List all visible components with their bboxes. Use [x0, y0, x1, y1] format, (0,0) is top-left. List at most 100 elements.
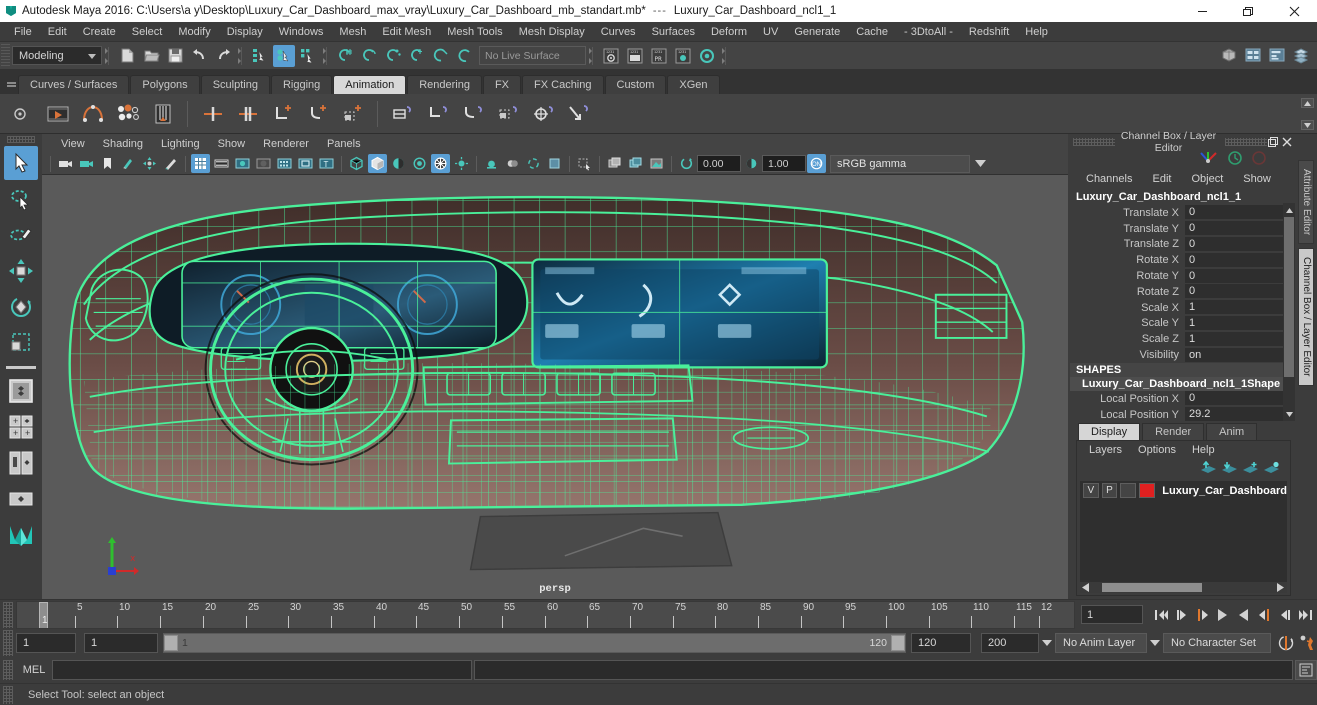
- toolbar-separator[interactable]: [105, 46, 109, 65]
- select-by-object-icon[interactable]: [273, 44, 295, 67]
- show-hide-tool-settings-icon[interactable]: [1266, 44, 1288, 66]
- channel-row-local-position-y[interactable]: Local Position Y 29.2: [1070, 407, 1295, 421]
- maximize-restore-button[interactable]: [1225, 0, 1271, 22]
- persp-graph-layout[interactable]: [4, 446, 38, 480]
- panel-menu-panels[interactable]: Panels: [318, 138, 370, 150]
- step-forward-key-icon[interactable]: [1254, 604, 1275, 626]
- all-lights-icon[interactable]: [503, 154, 522, 173]
- channel-row-translate-x[interactable]: Translate X 0: [1070, 205, 1295, 221]
- shelf-tab-curves-surfaces[interactable]: Curves / Surfaces: [18, 75, 130, 94]
- gamma-field[interactable]: 1.00: [762, 155, 806, 172]
- isolate-select-icon[interactable]: [575, 154, 594, 173]
- shelf-tab-rendering[interactable]: Rendering: [407, 75, 482, 94]
- render-settings-icon[interactable]: 1231: [672, 45, 694, 67]
- side-tab-channel-box-layer-editor[interactable]: Channel Box / Layer Editor: [1298, 248, 1314, 386]
- lock-camera-icon[interactable]: [77, 154, 96, 173]
- menu-mesh[interactable]: Mesh: [331, 22, 374, 42]
- script-editor-icon[interactable]: [1295, 660, 1317, 680]
- persp-outliner-layout[interactable]: + + +: [4, 410, 38, 444]
- display-textures-icon[interactable]: [605, 154, 624, 173]
- command-output-field[interactable]: [474, 660, 1293, 680]
- menu-modify[interactable]: Modify: [170, 22, 218, 42]
- connect-joint-icon[interactable]: [526, 97, 559, 130]
- side-tab-attribute-editor[interactable]: Attribute Editor: [1298, 160, 1314, 245]
- constraint-point-icon[interactable]: [301, 97, 334, 130]
- layer-state-toggle[interactable]: [1120, 483, 1136, 498]
- channel-row-local-position-x[interactable]: Local Position X 0: [1070, 391, 1295, 407]
- toolbar-separator[interactable]: [589, 46, 593, 65]
- channel-value[interactable]: 0: [1185, 236, 1295, 252]
- panel-menu-view[interactable]: View: [52, 138, 94, 150]
- channel-row-scale-x[interactable]: Scale X 1: [1070, 300, 1295, 316]
- layer-playback-toggle[interactable]: P: [1101, 483, 1118, 498]
- panel-menu-lighting[interactable]: Lighting: [152, 138, 209, 150]
- step-back-frame-icon[interactable]: [1170, 604, 1191, 626]
- layer-visibility-toggle[interactable]: V: [1083, 483, 1099, 498]
- channel-row-translate-z[interactable]: Translate Z 0: [1070, 236, 1295, 253]
- default-light-icon[interactable]: [482, 154, 501, 173]
- move-layer-down-icon[interactable]: [1221, 461, 1238, 478]
- command-input-field[interactable]: [52, 660, 472, 680]
- menu-file[interactable]: File: [6, 22, 40, 42]
- layer-row-luxury-car-dashboard[interactable]: V P Luxury_Car_Dashboard: [1080, 481, 1287, 498]
- shelf-tab-fx-caching[interactable]: FX Caching: [522, 75, 604, 94]
- render-view-icon[interactable]: 1231: [600, 45, 622, 67]
- panel-drag-handle-right[interactable]: [1225, 137, 1267, 146]
- new-scene-icon[interactable]: [116, 45, 138, 67]
- snap-to-live-icon[interactable]: [454, 45, 476, 67]
- shelf-tab-polygons[interactable]: Polygons: [130, 75, 200, 94]
- menu-uv[interactable]: UV: [755, 22, 786, 42]
- menu-edit[interactable]: Edit: [40, 22, 75, 42]
- layer-menu-layers[interactable]: Layers: [1081, 444, 1130, 456]
- paint-select-tool[interactable]: [4, 218, 38, 252]
- save-scene-icon[interactable]: [164, 45, 186, 67]
- close-button[interactable]: [1271, 0, 1317, 22]
- scroll-down-icon[interactable]: [1283, 407, 1295, 421]
- shelf-scroll-buttons[interactable]: [1301, 98, 1314, 130]
- shelf-scroll-down-icon[interactable]: [1301, 120, 1314, 130]
- panel-menu-renderer[interactable]: Renderer: [254, 138, 318, 150]
- wireframe-on-shaded-icon[interactable]: [431, 154, 450, 173]
- command-line-grip[interactable]: [3, 660, 13, 680]
- step-forward-frame-icon[interactable]: [1275, 604, 1296, 626]
- channel-box-menu-edit[interactable]: Edit: [1142, 173, 1181, 185]
- new-layer-icon[interactable]: [1242, 461, 1259, 478]
- film-gate-icon[interactable]: [212, 154, 231, 173]
- color-settings-icon[interactable]: [696, 45, 718, 67]
- scrollbar-thumb[interactable]: [1102, 583, 1202, 592]
- open-scene-icon[interactable]: [140, 45, 162, 67]
- show-hide-attribute-editor-icon[interactable]: [1242, 44, 1264, 66]
- show-hide-channel-box-icon[interactable]: [1290, 44, 1312, 66]
- channel-value[interactable]: 1: [1185, 331, 1295, 347]
- channel-row-rotate-y[interactable]: Rotate Y 0: [1070, 268, 1295, 284]
- channel-row-scale-y[interactable]: Scale Y 1: [1070, 315, 1295, 332]
- channel-box-scrollbar[interactable]: [1283, 203, 1295, 421]
- channel-value[interactable]: 0: [1185, 252, 1295, 268]
- playback-start-time-field[interactable]: 1: [84, 633, 158, 653]
- menu-create[interactable]: Create: [75, 22, 124, 42]
- animation-end-time-field[interactable]: 200: [981, 633, 1039, 653]
- menu-generate[interactable]: Generate: [786, 22, 848, 42]
- menu-3dtoall[interactable]: - 3DtoAll -: [896, 22, 961, 42]
- snap-to-projected-center-icon[interactable]: [406, 45, 428, 67]
- status-line-grip[interactable]: [1, 43, 10, 68]
- four-view-layout[interactable]: [4, 374, 38, 408]
- ipr-render-icon[interactable]: 1231 PR: [648, 45, 670, 67]
- shadows-icon[interactable]: [524, 154, 543, 173]
- current-frame-field[interactable]: 1: [1081, 605, 1143, 624]
- layer-menu-options[interactable]: Options: [1130, 444, 1184, 456]
- toolbox-grip[interactable]: [7, 136, 35, 143]
- go-to-end-icon[interactable]: [1296, 604, 1317, 626]
- channel-value[interactable]: 29.2: [1185, 407, 1295, 421]
- shelf-tab-animation[interactable]: Animation: [333, 75, 407, 94]
- layer-tab-render[interactable]: Render: [1142, 423, 1205, 440]
- menu-deform[interactable]: Deform: [703, 22, 755, 42]
- toolbar-separator[interactable]: [238, 46, 242, 65]
- render-sequence-icon[interactable]: 1231: [624, 45, 646, 67]
- color-management-chevron-down-icon[interactable]: [970, 155, 990, 173]
- constraint-aim-icon[interactable]: [421, 97, 454, 130]
- range-slider-grip[interactable]: [3, 630, 13, 656]
- scroll-up-icon[interactable]: [1283, 203, 1295, 217]
- exposure-field[interactable]: 0.00: [697, 155, 741, 172]
- lasso-select-tool[interactable]: [4, 182, 38, 216]
